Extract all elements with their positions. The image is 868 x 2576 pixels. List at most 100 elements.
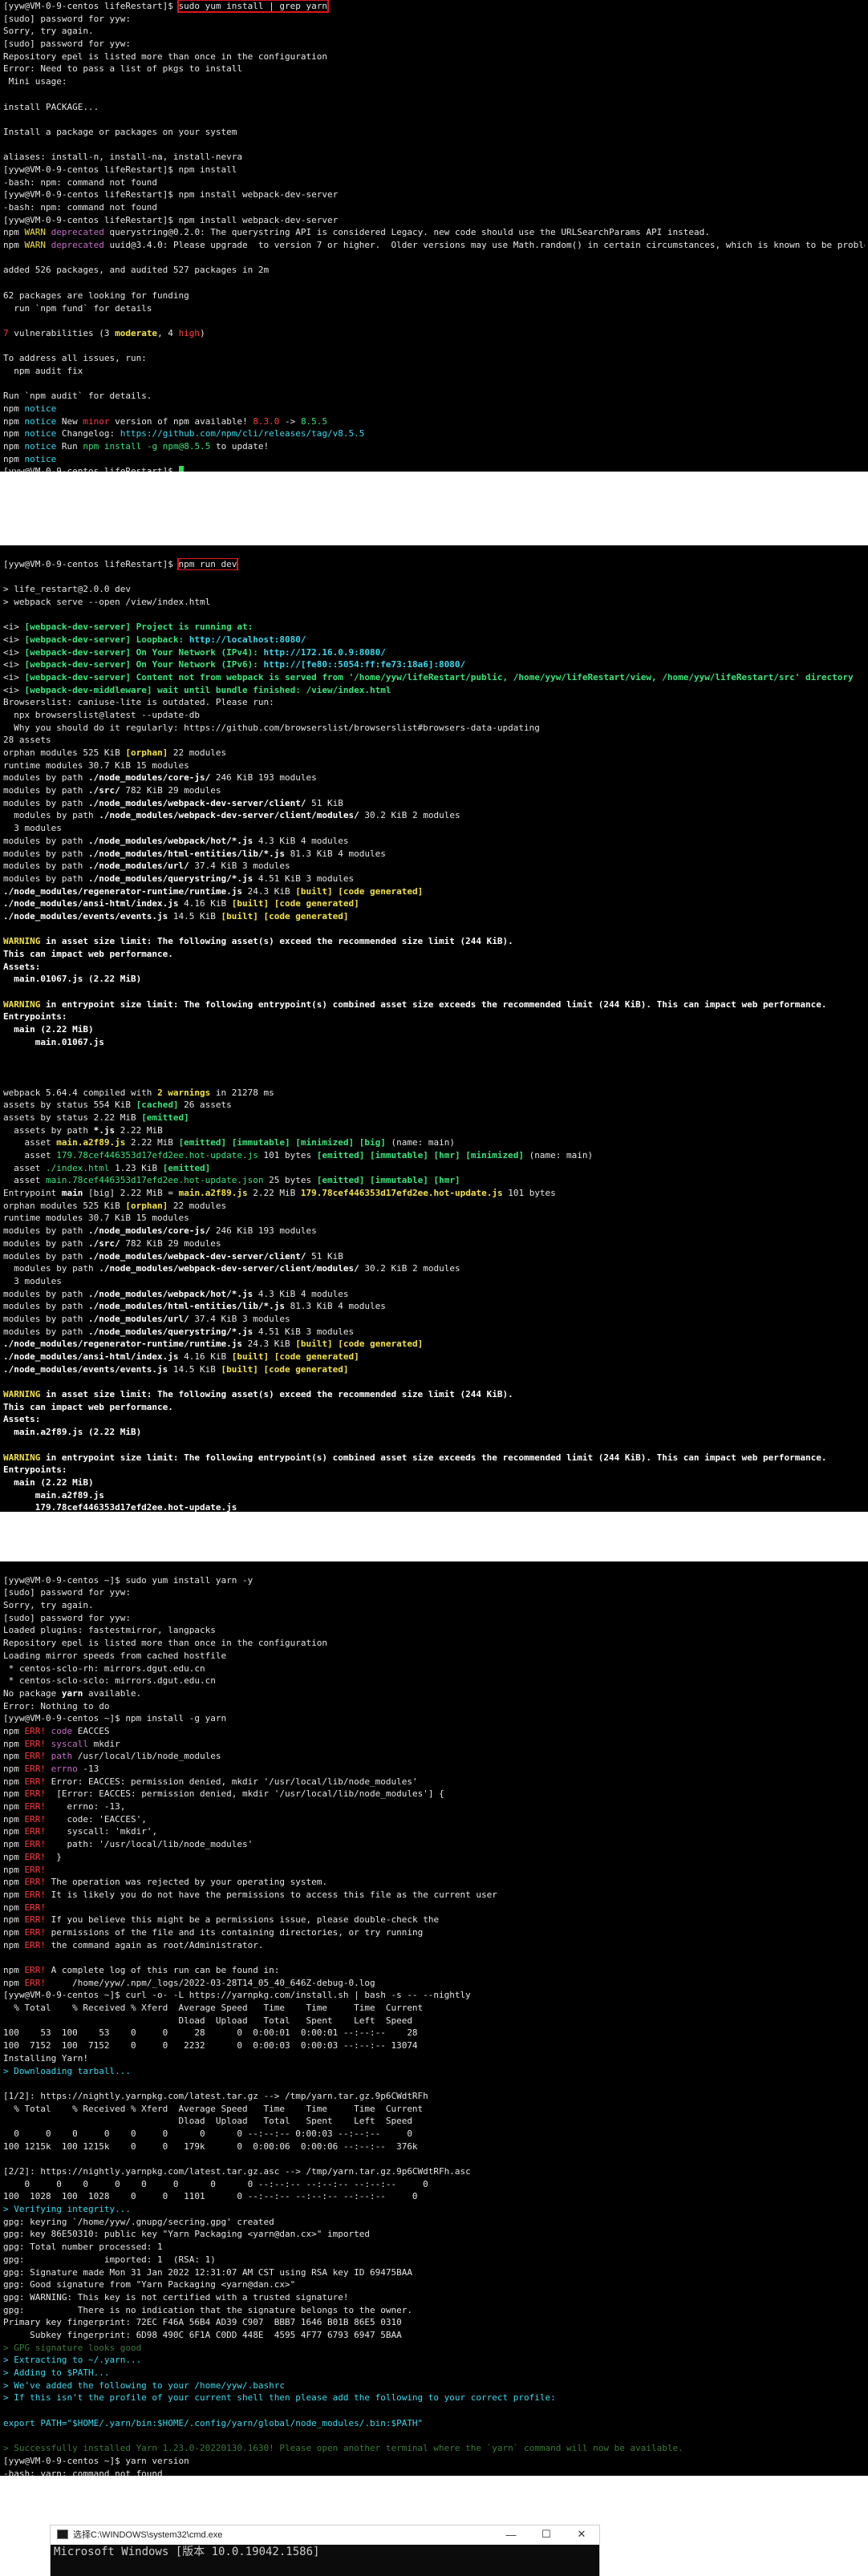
terminal-line: asset main.a2f89.js 2.22 MiB [emitted] [… <box>3 1136 865 1149</box>
terminal-text: [big] 2.22 MiB = <box>83 1188 179 1199</box>
terminal-line: Primary key fingerprint: 72EC F46A 56B4 … <box>3 2316 865 2329</box>
terminal-text: 30.2 KiB 2 modules <box>359 810 460 821</box>
terminal-text: ERR! <box>24 1889 47 1900</box>
terminal-text: asset <box>3 1150 57 1160</box>
terminal-text: /usr/local/lib/node_modules <box>72 1751 221 1762</box>
terminal-text: ERR! <box>24 1902 47 1913</box>
terminal-text: Dload Upload Total Spent Left Speed <box>3 2015 412 2026</box>
terminal-text: ./node_modules/events/events.js <box>3 910 168 921</box>
maximize-button[interactable]: ☐ <box>529 2525 564 2543</box>
terminal-text: assets by status 2.22 MiB <box>3 1112 142 1123</box>
terminal-line: [yyw@VM-0-9-centos lifeRestart]$ npm ins… <box>3 164 865 176</box>
terminal-line: [sudo] password for yyw: <box>3 38 865 51</box>
terminal-text: [yyw@VM-0-9-centos lifeRestart]$ <box>3 558 179 569</box>
terminal-text: main.78cef446353d17efd2ee.hot-update.jso… <box>45 1175 264 1186</box>
terminal-text: To address all issues, run: <box>3 353 147 364</box>
terminal-text: querystring@0.2.0: The querystring API i… <box>103 227 710 238</box>
terminal-panel-npm-install[interactable]: [yyw@VM-0-9-centos lifeRestart]$ sudo yu… <box>0 0 868 472</box>
terminal-text: runtime modules 30.7 KiB 15 modules <box>3 759 189 771</box>
terminal-line: gpg: key 86E50310: public key "Yarn Pack… <box>3 2228 865 2241</box>
terminal-line: ./node_modules/ansi-html/index.js 4.16 K… <box>3 897 865 910</box>
terminal-text: ./node_modules/core-js/ <box>87 772 211 784</box>
terminal-line: Sorry, try again. <box>3 25 865 38</box>
terminal-line: npm WARN deprecated querystring@0.2.0: T… <box>3 226 865 239</box>
terminal-line: asset 179.78cef446353d17efd2ee.hot-updat… <box>3 1149 865 1162</box>
terminal-text: Subkey fingerprint: 6D98 490C 6F1A C0DD … <box>3 2329 402 2340</box>
terminal-text: WARN <box>24 227 47 238</box>
terminal-line: Error: Need to pass a list of pkgs to in… <box>3 63 865 75</box>
terminal-text: This can impact web performance. <box>3 1401 173 1412</box>
terminal-text: ./node_modules/events/events.js <box>3 1363 168 1375</box>
terminal-text: Changelog: <box>56 428 120 439</box>
terminal-text: ./node_modules/querystring/*.js <box>87 1326 254 1337</box>
terminal-text: export PATH="$HOME/.yarn/bin:$HOME/.conf… <box>3 2417 424 2428</box>
terminal-text: ERR! <box>24 1751 47 1762</box>
terminal-text: npm <box>3 415 25 427</box>
terminal-line: Assets: <box>3 961 865 974</box>
terminal-text: asset <box>3 1175 46 1186</box>
terminal-text: npm <box>3 1977 25 1988</box>
terminal-text: -bash: npm: command not found <box>3 202 158 213</box>
terminal-text: ERR! <box>24 1877 47 1888</box>
terminal-text: ./node_modules/webpack-dev-server/client… <box>87 1250 306 1262</box>
terminal-text: errno <box>51 1764 78 1774</box>
terminal-text: Run <box>56 441 83 452</box>
terminal-line: [yyw@VM-0-9-centos ~]$ yarn version <box>3 2455 865 2468</box>
terminal-text: in asset size limit: The following asset… <box>40 936 513 947</box>
terminal-text: ERR! <box>24 1864 47 1875</box>
terminal-text: install PACKAGE... <box>3 101 99 112</box>
terminal-line: Subkey fingerprint: 6D98 490C 6F1A C0DD … <box>3 2329 865 2342</box>
terminal-line: main.01067.js <box>3 1036 865 1049</box>
terminal-text: > If this isn't the profile of your curr… <box>3 2392 556 2404</box>
terminal-text: ERR! <box>24 1839 47 1850</box>
terminal-text: > GPG signature looks good <box>3 2342 142 2353</box>
terminal-text: ./node_modules/url/ <box>87 861 189 872</box>
close-button[interactable]: ✕ <box>564 2525 599 2543</box>
terminal-text: 14.5 KiB <box>168 910 221 921</box>
terminal-line: npm notice <box>3 453 865 466</box>
terminal-line: WARNING in asset size limit: The followi… <box>3 1388 865 1401</box>
terminal-text: npm <box>3 240 25 251</box>
terminal-line: 3 modules <box>3 822 865 835</box>
terminal-text: WARNING <box>3 1452 41 1463</box>
terminal-panel-yarn-install[interactable]: [yyw@VM-0-9-centos ~]$ sudo yum install … <box>0 1561 868 2476</box>
terminal-line: ./node_modules/regenerator-runtime/runti… <box>3 885 865 898</box>
terminal-line: run `npm fund` for details <box>3 302 865 315</box>
terminal-text: notice <box>24 453 57 464</box>
terminal-line: npx browserslist@latest --update-db <box>3 709 865 722</box>
terminal-line: modules by path ./node_modules/url/ 37.4… <box>3 1313 865 1326</box>
terminal-panel-npm-run-dev[interactable]: [yyw@VM-0-9-centos lifeRestart]$ npm run… <box>0 545 868 1512</box>
terminal-text: Assets: <box>3 961 41 972</box>
terminal-line: 7 vulnerabilities (3 moderate, 4 high) <box>3 327 865 340</box>
terminal-text: ./node_modules/webpack-dev-server/client… <box>99 810 359 821</box>
terminal-text: gpg: key 86E50310: public key "Yarn Pack… <box>3 2229 370 2240</box>
minimize-button[interactable]: — <box>493 2525 529 2543</box>
terminal-text: ./node_modules/webpack-dev-server/client… <box>99 1263 359 1274</box>
terminal-text: % Total % Received % Xferd Average Speed… <box>3 2103 424 2114</box>
terminal-text: npm <box>3 1764 25 1774</box>
terminal-text: Why you should do it regularly: https://… <box>3 722 540 733</box>
cmd-window-console[interactable]: Microsoft Windows [版本 10.0.19042.1586] <box>51 2545 599 2576</box>
terminal-text: <i> <box>3 634 25 645</box>
terminal-text: <i> <box>3 646 25 658</box>
terminal-text: npm <box>3 227 25 238</box>
terminal-text: modules by path <box>3 1326 88 1337</box>
terminal-text: Error: Nothing to do <box>3 1700 110 1711</box>
terminal-text: Error: EACCES: permission denied, mkdir … <box>46 1776 418 1787</box>
terminal-text: Installing Yarn! <box>3 2052 88 2064</box>
terminal-text: , 4 <box>157 327 179 338</box>
terminal-text: syscall: 'mkdir', <box>46 1826 158 1837</box>
terminal-text: npm <box>3 1839 25 1850</box>
terminal-text: added 526 packages, and audited 527 pack… <box>3 265 270 276</box>
terminal-line: gpg: keyring `/home/yyw/.gnupg/secring.g… <box>3 2216 865 2229</box>
terminal-text: deprecated <box>51 227 104 238</box>
terminal-text: ERR! <box>24 1801 47 1813</box>
cmd-window[interactable]: 选择C:\WINDOWS\system32\cmd.exe — ☐ ✕ Micr… <box>50 2525 600 2576</box>
terminal-text: npm <box>3 1926 25 1938</box>
